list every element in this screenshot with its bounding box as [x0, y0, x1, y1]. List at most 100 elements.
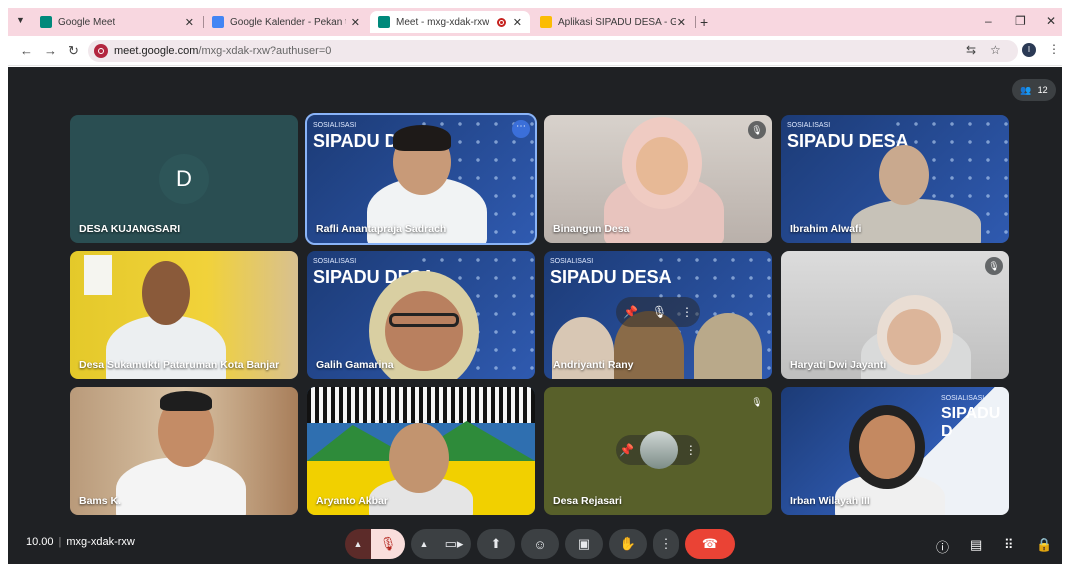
reactions-button[interactable]: ☺ — [521, 529, 559, 559]
tab-label: Google Meet — [58, 16, 116, 28]
site-info-icon[interactable] — [94, 44, 108, 58]
participant-tile[interactable]: Aryanto Akbar — [307, 387, 535, 515]
leave-call-button[interactable]: ☎ — [685, 529, 735, 559]
chat-icon[interactable]: ▤ — [970, 537, 982, 553]
tab-label: Google Kalender - Pekan tangg — [230, 16, 346, 28]
meet-favicon-icon — [40, 16, 52, 28]
participant-count: 12 — [1037, 85, 1048, 95]
participant-tile[interactable]: 🎙 Haryati Dwi Jayanti — [781, 251, 1009, 379]
tile-hover-controls[interactable]: 📌 ⋮ — [616, 431, 700, 469]
more-vert-icon[interactable]: ⋮ — [681, 305, 693, 319]
audio-options-button[interactable]: ▲ — [345, 529, 371, 559]
address-bar[interactable]: meet.google.com/mxg-xdak-rxw?authuser=0 … — [88, 40, 1018, 62]
forward-button[interactable]: → — [44, 43, 57, 58]
slide-kicker: SOSIALISASI — [550, 258, 594, 265]
participant-name: Desa Rejasari — [553, 495, 622, 507]
meet-stage: 👥 12 D DESA KUJANGSARI SOSIALISASI SIPAD… — [8, 67, 1062, 564]
mic-toggle-button[interactable]: 🎙 — [371, 529, 405, 559]
calendar-favicon-icon — [212, 16, 224, 28]
pin-icon[interactable]: 📌 — [623, 305, 638, 319]
participant-tile[interactable]: SOSIALISASI SIPADU DESA Galih Gamarina — [307, 251, 535, 379]
participant-name: DESA KUJANGSARI — [79, 223, 181, 235]
captions-button[interactable]: ▣ — [565, 529, 603, 559]
participant-tile[interactable]: 📌 ⋮ 🎙 Desa Rejasari — [544, 387, 772, 515]
slide-kicker: SOSIALISASI — [941, 395, 985, 402]
participant-name: Binangun Desa — [553, 223, 630, 235]
participant-tile[interactable]: D DESA KUJANGSARI — [70, 115, 298, 243]
avatar — [640, 431, 679, 469]
profile-avatar[interactable]: I — [1022, 43, 1036, 57]
slide-title: SIPADU DESA — [550, 267, 672, 287]
participant-tile[interactable]: SOSIALISASI SIPADU D Irban Wilayah III — [781, 387, 1009, 515]
more-vert-icon[interactable]: ⋮ — [685, 443, 697, 457]
bookmark-star-icon[interactable]: ☆ — [990, 43, 1001, 57]
minimize-button[interactable]: – — [985, 14, 992, 28]
participant-tile[interactable]: Bams K. — [70, 387, 298, 515]
emoji-icon: ☺ — [533, 536, 547, 552]
reload-button[interactable]: ↻ — [68, 43, 79, 59]
mic-off-icon: 🎙 — [379, 536, 397, 551]
tile-hover-controls[interactable]: 📌 🎙 ⋮ — [616, 297, 700, 327]
people-icon: 👥 — [1020, 84, 1032, 95]
present-icon: ⬆ — [490, 536, 502, 551]
close-icon[interactable]: ✕ — [351, 16, 360, 29]
tab-search-icon[interactable]: ▼ — [16, 15, 25, 25]
mic-off-icon: 🎙 — [985, 257, 1003, 275]
tab-label: Meet - mxg-xdak-rxw — [396, 16, 490, 28]
raise-hand-button[interactable]: ✋ — [609, 529, 647, 559]
video-options-button[interactable]: ▲ — [411, 529, 437, 559]
restore-button[interactable]: ❐ — [1015, 14, 1026, 28]
slide-kicker: SOSIALISASI — [787, 122, 831, 129]
recording-icon — [497, 17, 506, 27]
tab-google-meet[interactable]: Google Meet ✕ — [32, 11, 202, 33]
participant-name: Aryanto Akbar — [316, 495, 388, 507]
participant-tile[interactable]: SOSIALISASI SIPADU DESA 📌 🎙 ⋮ Andriyanti… — [544, 251, 772, 379]
tab-strip: ▼ Google Meet ✕ Google Kalender - Pekan … — [8, 8, 1062, 36]
tab-google-calendar[interactable]: Google Kalender - Pekan tangg ✕ — [204, 11, 368, 33]
participant-name: Bams K. — [79, 495, 122, 507]
mic-icon[interactable]: 🎙 — [652, 305, 667, 319]
close-icon[interactable]: ✕ — [185, 16, 194, 29]
back-button[interactable]: ← — [20, 43, 33, 58]
participant-tile[interactable]: SOSIALISASI SIPADU DESA ⋯ Rafli Anantapr… — [305, 113, 537, 245]
avatar: D — [159, 154, 209, 204]
participant-tile[interactable]: 🎙 Binangun Desa — [544, 115, 772, 243]
participant-name: Haryati Dwi Jayanti — [790, 359, 887, 371]
tab-label: Aplikasi SIPADU DESA - Google — [558, 16, 676, 28]
present-screen-button[interactable]: ⬆ — [477, 529, 515, 559]
address-toolbar: ← → ↻ meet.google.com/mxg-xdak-rxw?authu… — [8, 36, 1062, 66]
call-end-icon: ☎ — [701, 536, 719, 551]
camera-toggle-button[interactable]: ▭▸ — [437, 529, 471, 559]
browser-menu-icon[interactable]: ⋮ — [1048, 42, 1060, 56]
participant-tile[interactable]: SOSIALISASI SIPADU DESA Ibrahim Alwafi — [781, 115, 1009, 243]
meet-favicon-icon — [378, 16, 390, 28]
tab-sipadu[interactable]: Aplikasi SIPADU DESA - Google ✕ — [532, 11, 694, 33]
meeting-control-bar: 10.00 | mxg-xdak-rxw ▲ 🎙 ▲ ▭▸ ⬆ ☺ ▣ ✋ ⋮ ☎ … — [8, 521, 1062, 564]
close-icon[interactable]: ✕ — [513, 16, 522, 29]
close-icon[interactable]: ✕ — [677, 16, 686, 29]
slide-kicker: SOSIALISASI — [313, 122, 357, 129]
new-tab-button[interactable]: + — [700, 14, 708, 30]
meeting-details-icon[interactable]: ⓘ — [936, 537, 949, 556]
more-vert-icon: ⋮ — [659, 536, 673, 551]
drive-favicon-icon — [540, 16, 552, 28]
participant-tile[interactable]: Desa Sukamukti Pataruman Kota Banjar — [70, 251, 298, 379]
host-controls-icon[interactable]: 🔒 — [1036, 537, 1052, 553]
hand-icon: ✋ — [619, 536, 637, 551]
more-options-icon[interactable]: ⋯ — [512, 120, 530, 138]
participant-name: Galih Gamarina — [316, 359, 394, 371]
translate-icon[interactable]: ⇆ — [966, 43, 976, 57]
pin-icon[interactable]: 📌 — [619, 443, 634, 457]
more-options-button[interactable]: ⋮ — [653, 529, 679, 559]
participant-name: Andriyanti Rany — [553, 359, 634, 371]
slide-title: SIPADU D — [941, 405, 1001, 440]
tab-meet-active[interactable]: Meet - mxg-xdak-rxw ✕ — [370, 11, 530, 33]
participant-name: Desa Sukamukti Pataruman Kota Banjar — [79, 359, 280, 371]
participants-button[interactable]: 👥 12 — [1012, 79, 1056, 101]
meeting-time: 10.00 — [26, 536, 54, 548]
mic-off-icon: 🎙 — [748, 121, 766, 139]
participant-name: Rafli Anantapraja Sadrach — [316, 223, 447, 235]
close-window-button[interactable]: ✕ — [1046, 14, 1056, 28]
activities-icon[interactable]: ⠿ — [1004, 537, 1014, 553]
meeting-info: 10.00 | mxg-xdak-rxw — [26, 536, 135, 548]
